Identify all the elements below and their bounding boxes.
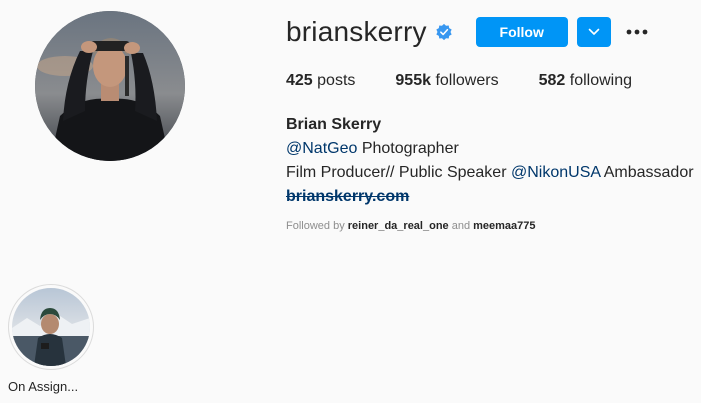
follow-button[interactable]: Follow bbox=[475, 17, 568, 47]
bio-line-2: Film Producer// Public Speaker @NikonUSA… bbox=[286, 161, 694, 185]
followed-by-user-1: reiner_da_real_one bbox=[347, 220, 449, 232]
bio-website-line: brianskerry.com bbox=[286, 185, 694, 209]
mention-nikonusa-link[interactable]: @NikonUSA bbox=[511, 164, 600, 181]
suggested-accounts-button[interactable] bbox=[576, 17, 611, 47]
more-options-icon bbox=[626, 29, 648, 35]
story-highlight[interactable] bbox=[8, 284, 94, 370]
mention-natgeo-link[interactable]: @NatGeo bbox=[286, 140, 357, 157]
followed-by-user-2: meemaa775 bbox=[473, 220, 536, 232]
profile-username: brianskerry bbox=[286, 16, 427, 47]
followed-by-joiner: and bbox=[448, 220, 474, 232]
bio-line-2-text: Film Producer// Public Speaker bbox=[286, 164, 511, 181]
verified-badge-icon bbox=[435, 23, 453, 41]
profile-stats: 425 posts 955k followers 582 following bbox=[286, 72, 672, 90]
following-label: following bbox=[569, 72, 633, 89]
bio-line-1-text: Photographer bbox=[357, 140, 459, 157]
profile-header: brianskerry Follow bbox=[286, 14, 649, 50]
followers-number: 955k bbox=[395, 72, 431, 89]
bio-line-1: @NatGeo Photographer bbox=[286, 137, 694, 161]
profile-avatar[interactable] bbox=[35, 11, 185, 161]
profile-bio: Brian Skerry @NatGeo Photographer Film P… bbox=[286, 113, 694, 209]
following-number: 582 bbox=[538, 72, 566, 89]
chevron-down-icon bbox=[588, 28, 599, 35]
bio-line-2-end: Ambassador bbox=[600, 164, 694, 181]
more-options-button[interactable] bbox=[625, 17, 649, 47]
followed-by-prefix: Followed by bbox=[286, 220, 348, 232]
posts-number: 425 bbox=[286, 72, 313, 89]
profile-full-name: Brian Skerry bbox=[286, 116, 382, 133]
website-link[interactable]: brianskerry.com bbox=[286, 188, 409, 205]
followers-link[interactable]: 955k followers bbox=[395, 72, 498, 90]
followers-label: followers bbox=[435, 72, 499, 89]
posts-count: 425 posts bbox=[286, 72, 355, 90]
followed-by[interactable]: Followed by reiner_da_real_one and meema… bbox=[286, 220, 536, 232]
posts-label: posts bbox=[317, 72, 356, 89]
highlight-cover-image bbox=[12, 288, 90, 366]
highlight-label[interactable]: On Assign... bbox=[8, 379, 78, 394]
following-link[interactable]: 582 following bbox=[539, 72, 632, 90]
